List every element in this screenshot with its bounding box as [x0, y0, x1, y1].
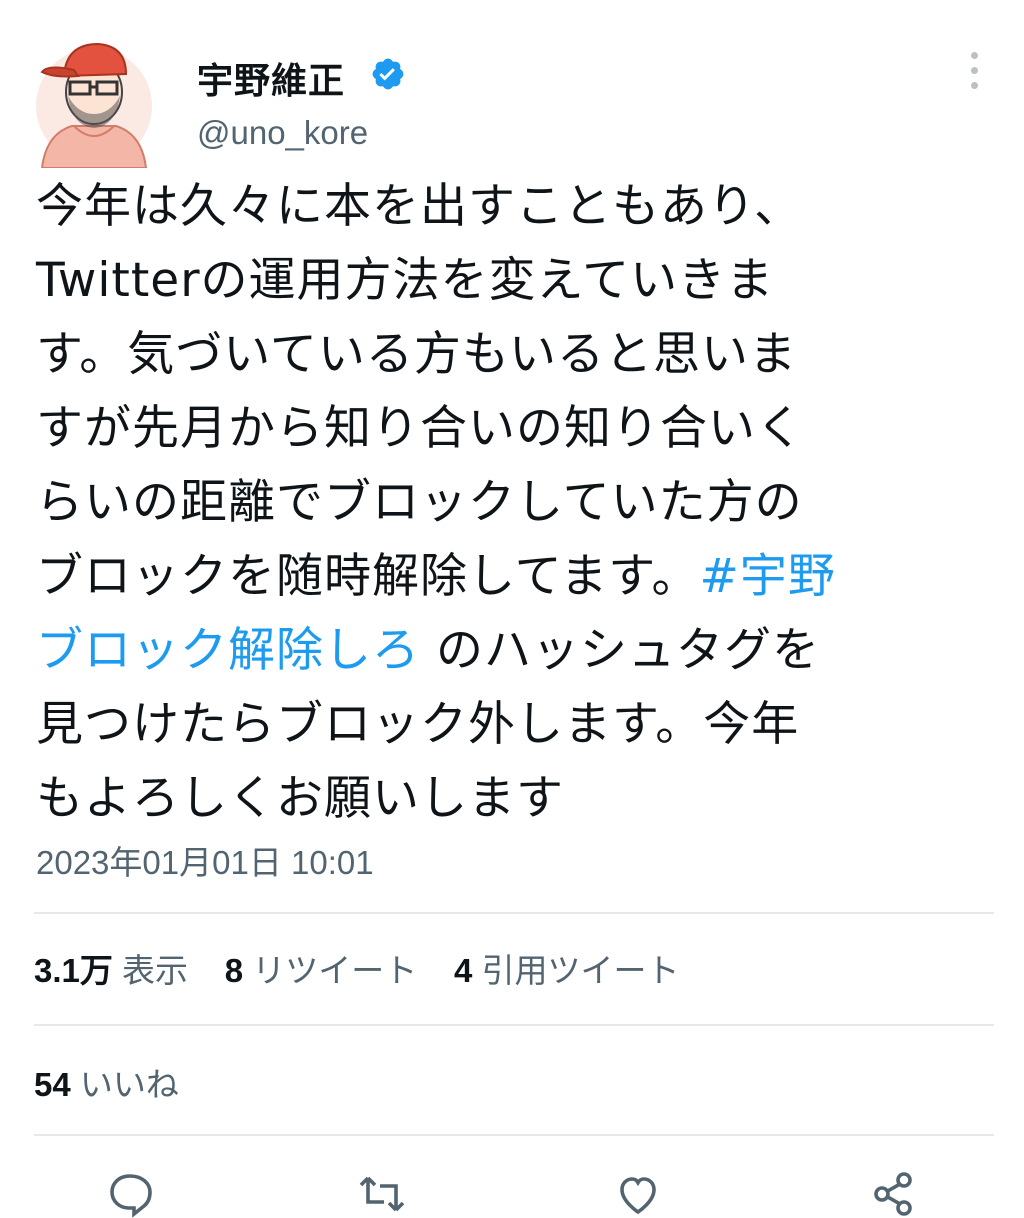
tweet-text-line: 見つけたらブロック外します。今年	[36, 688, 996, 762]
retweet-icon[interactable]	[358, 1170, 406, 1218]
tweet-text-segment: すが先月から知り合いの知り合いく	[36, 401, 804, 456]
likes-stat[interactable]: 54 いいね	[34, 1058, 179, 1106]
likes-label: いいね	[79, 1066, 179, 1103]
quotes-count: 4	[453, 952, 473, 989]
tweet-text-line: もよろしくお願いします	[36, 762, 996, 836]
likes-count: 54	[34, 1066, 71, 1103]
views-stat[interactable]: 3.1万 表示	[34, 952, 188, 989]
quotes-label: 引用ツイート	[481, 952, 680, 989]
tweet-text-segment: 見つけたらブロック外します。今年	[36, 697, 800, 752]
verified-badge-icon	[372, 58, 404, 90]
avatar-illustration	[36, 42, 152, 169]
divider	[34, 912, 994, 914]
share-icon[interactable]	[870, 1170, 918, 1218]
divider	[34, 1134, 994, 1136]
tweet-text-line: す。気づいている方もいると思いま	[36, 318, 996, 392]
views-count: 3.1万	[34, 952, 113, 989]
retweets-label: リツイート	[252, 952, 418, 989]
tweet-text: 今年は久々に本を出すこともあり、 Twitterの運用方法を変えていきま す。気づい…	[36, 170, 996, 836]
quotes-stat[interactable]: 4 引用ツイート	[454, 952, 680, 989]
tweet-stats: 3.1万 表示 8 リツイート 4 引用ツイート	[34, 944, 679, 992]
tweet-text-line: Twitterの運用方法を変えていきま	[36, 244, 996, 318]
tweet-text-segment: もよろしくお願いします	[36, 771, 564, 826]
tweet-text-segment: のハッシュタグを	[420, 623, 820, 678]
avatar[interactable]	[34, 30, 154, 169]
tweet-text-line: らいの距離でブロックしていた方の	[36, 466, 996, 540]
tweet-text-segment: 今年は久々に本を出すこともあり、	[36, 179, 803, 234]
tweet-text-line: ブロック解除しろ のハッシュタグを	[36, 614, 996, 688]
tweet-text-segment: Twitterの運用方法を変えていきま	[36, 253, 775, 308]
tweet-text-line: すが先月から知り合いの知り合いく	[36, 392, 996, 466]
tweet-text-segment: す。気づいている方もいると思いま	[36, 327, 797, 382]
retweets-stat[interactable]: 8 リツイート	[225, 952, 418, 989]
heart-icon[interactable]	[614, 1170, 662, 1218]
tweet-text-segment: ブロックを随時解除してます。	[36, 549, 700, 604]
reply-icon[interactable]	[106, 1170, 154, 1218]
author-handle[interactable]: @uno_kore	[197, 114, 368, 152]
hashtag-link[interactable]: #宇野	[700, 549, 836, 604]
tweet-text-line: ブロックを随時解除してます。#宇野	[36, 540, 996, 614]
tweet-timestamp[interactable]: 2023年01月01日 10:01	[36, 836, 374, 884]
views-label: 表示	[122, 952, 189, 989]
author-display-name[interactable]: 宇野維正	[197, 52, 345, 104]
retweets-count: 8	[224, 952, 244, 989]
more-vertical-icon[interactable]	[960, 52, 988, 102]
tweet-text-segment: らいの距離でブロックしていた方の	[36, 475, 803, 530]
divider	[34, 1024, 994, 1026]
hashtag-link[interactable]: ブロック解除しろ	[36, 623, 420, 678]
tweet-text-line: 今年は久々に本を出すこともあり、	[36, 170, 996, 244]
